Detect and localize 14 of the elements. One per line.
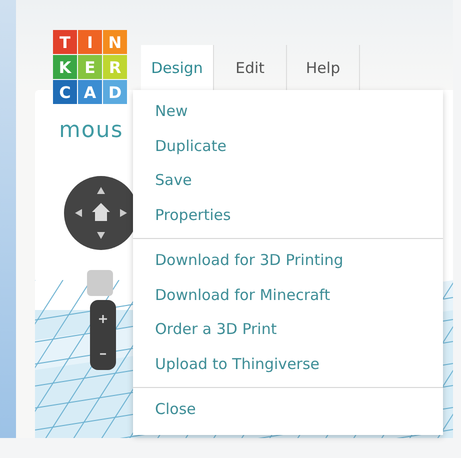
logo: T I N K E R C A D xyxy=(53,30,127,104)
menu-item[interactable]: Upload to Thingiverse xyxy=(133,346,443,381)
menu-tab[interactable]: Design xyxy=(141,45,214,90)
plus-icon[interactable] xyxy=(98,314,108,324)
design-title: mous xyxy=(59,118,124,143)
menu-item[interactable]: Download for 3D Printing xyxy=(133,243,443,278)
menu-item[interactable]: Close xyxy=(133,392,443,426)
menu-item[interactable]: Order a 3D Print xyxy=(133,312,443,346)
menu-item[interactable]: Properties xyxy=(133,198,443,232)
menu-item[interactable]: Duplicate xyxy=(133,128,443,163)
menu-item[interactable]: Save xyxy=(133,163,443,198)
minus-icon[interactable] xyxy=(98,352,108,356)
menu-item[interactable]: New xyxy=(133,94,443,128)
menu-item[interactable]: Download for Minecraft xyxy=(133,278,443,312)
